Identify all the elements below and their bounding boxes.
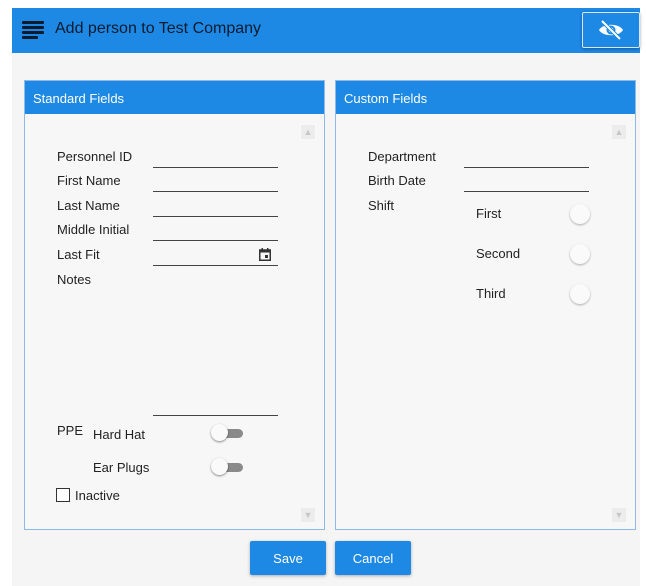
personnel-id-label: Personnel ID xyxy=(57,149,133,164)
dialog-title: Add person to Test Company xyxy=(55,20,262,37)
personnel-id-field[interactable] xyxy=(153,147,278,167)
first-name-underline xyxy=(153,191,278,192)
middle-initial-field[interactable] xyxy=(153,220,278,240)
shift-label: Shift xyxy=(368,198,395,213)
custom-fields-title: Custom Fields xyxy=(344,91,428,106)
hard-hat-label: Hard Hat xyxy=(93,427,146,442)
inactive-label: Inactive xyxy=(75,488,120,503)
first-name-label: First Name xyxy=(57,173,121,188)
notes-underline xyxy=(153,415,278,416)
shift-option-first-radio[interactable] xyxy=(570,204,590,224)
top-app-bar: Add person to Test Company xyxy=(12,8,640,53)
ppe-label: PPE xyxy=(57,423,84,438)
toggle-knob xyxy=(211,424,228,441)
custom-fields-panel: Custom Fields ▲ ▼ Department Birth Date … xyxy=(335,80,636,530)
middle-initial-label: Middle Initial xyxy=(57,222,130,237)
shift-option-second-label: Second xyxy=(476,246,521,261)
shift-option-second-radio[interactable] xyxy=(570,244,590,264)
birth-date-underline xyxy=(464,191,589,192)
add-person-dialog: Add person to Test Company Standard Fiel… xyxy=(12,8,640,586)
department-underline xyxy=(464,167,589,168)
ear-plugs-label: Ear Plugs xyxy=(93,460,150,475)
cancel-button[interactable]: Cancel xyxy=(335,541,411,575)
inactive-checkbox[interactable] xyxy=(56,488,70,502)
last-fit-date-field[interactable] xyxy=(153,245,258,265)
notes-textarea[interactable] xyxy=(153,270,278,410)
scroll-down-icon[interactable]: ▼ xyxy=(612,508,626,522)
middle-initial-underline xyxy=(153,240,278,241)
ear-plugs-toggle[interactable] xyxy=(211,458,245,476)
birth-date-label: Birth Date xyxy=(368,173,426,188)
eye-off-icon xyxy=(599,19,623,41)
last-name-label: Last Name xyxy=(57,198,120,213)
shift-option-third-label: Third xyxy=(476,286,506,301)
last-fit-label: Last Fit xyxy=(57,247,100,262)
scroll-up-icon[interactable]: ▲ xyxy=(612,125,626,139)
standard-fields-title: Standard Fields xyxy=(33,91,125,106)
toggle-visibility-button[interactable] xyxy=(582,12,640,48)
last-name-underline xyxy=(153,216,278,217)
first-name-field[interactable] xyxy=(153,171,278,191)
hamburger-menu-icon[interactable] xyxy=(22,21,44,39)
scroll-up-icon[interactable]: ▲ xyxy=(301,125,315,139)
custom-fields-header: Custom Fields xyxy=(336,81,635,114)
last-fit-underline xyxy=(153,265,278,266)
toggle-knob xyxy=(211,458,228,475)
department-label: Department xyxy=(368,149,436,164)
last-name-field[interactable] xyxy=(153,196,278,216)
birth-date-field[interactable] xyxy=(464,171,589,191)
hard-hat-toggle[interactable] xyxy=(211,424,245,442)
calendar-icon[interactable] xyxy=(259,248,271,261)
standard-fields-panel: Standard Fields ▲ ▼ Personnel ID First N… xyxy=(24,80,325,530)
personnel-id-underline xyxy=(153,167,278,168)
shift-option-first-label: First xyxy=(476,206,502,221)
shift-option-third-radio[interactable] xyxy=(570,284,590,304)
department-field[interactable] xyxy=(464,147,589,167)
save-button[interactable]: Save xyxy=(250,541,326,575)
notes-label: Notes xyxy=(57,272,91,287)
scroll-down-icon[interactable]: ▼ xyxy=(301,508,315,522)
standard-fields-header: Standard Fields xyxy=(25,81,324,114)
